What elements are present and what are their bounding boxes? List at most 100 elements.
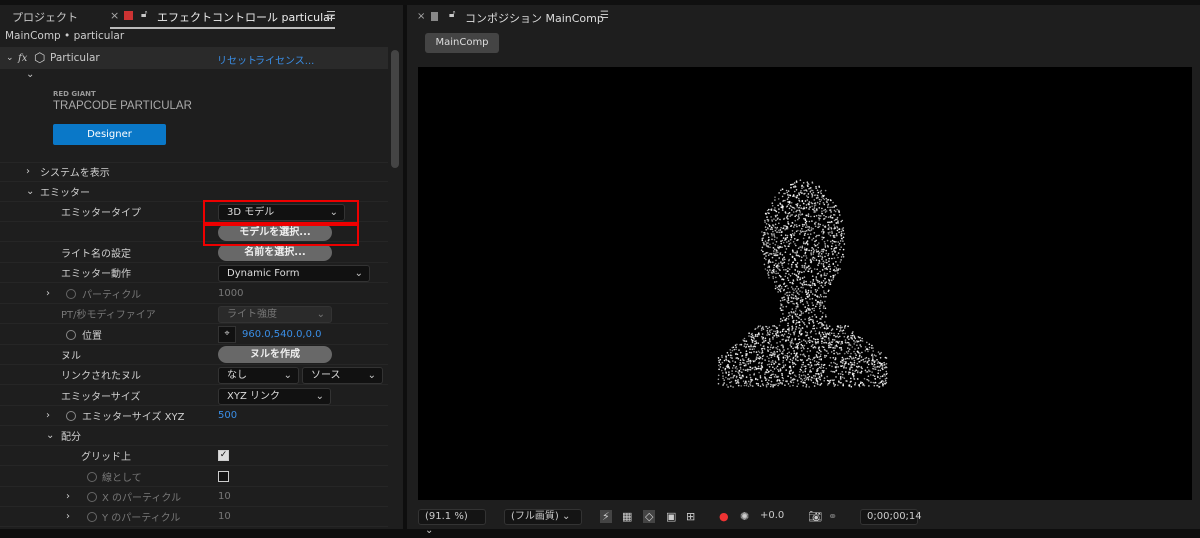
chevron-right-icon[interactable]: › bbox=[26, 166, 30, 177]
tab-effect-controls[interactable]: エフェクトコントロール particular bbox=[157, 9, 334, 25]
particles-value[interactable]: 1000 bbox=[218, 288, 243, 299]
label: パーティクル bbox=[82, 290, 142, 301]
highlight-choose-model bbox=[203, 224, 359, 246]
row-y-particles: › Y のパーティクル 10 bbox=[0, 507, 388, 527]
stopwatch-icon[interactable] bbox=[66, 329, 76, 340]
label: 位置 bbox=[82, 331, 102, 342]
mask-path-icon[interactable]: ◇ bbox=[643, 510, 656, 523]
breadcrumb: MainComp • particular bbox=[5, 30, 125, 42]
value: Dynamic Form bbox=[227, 268, 300, 279]
label: Y のパーティクル bbox=[102, 513, 181, 524]
guides-icon[interactable]: ⊞ bbox=[686, 510, 695, 523]
row-show-system[interactable]: › システムを表示 bbox=[0, 162, 388, 182]
chevron-down-icon[interactable]: ⌄ bbox=[26, 69, 34, 80]
particle-head-render bbox=[717, 179, 888, 388]
chevron-down-icon[interactable]: ⌄ bbox=[46, 430, 54, 441]
label: ライト名の設定 bbox=[61, 249, 131, 260]
label-color-icon bbox=[431, 12, 438, 21]
stopwatch-icon[interactable] bbox=[66, 288, 76, 299]
label: リンクされたヌル bbox=[61, 371, 141, 382]
label: グリッド上 bbox=[81, 452, 131, 463]
tab-composition[interactable]: コンポジション MainComp bbox=[465, 10, 604, 26]
license-link[interactable]: ライセンス... bbox=[255, 52, 314, 67]
row-position: 位置 ⌖ 960.0,540.0,0.0 bbox=[0, 325, 388, 345]
label-color-icon bbox=[124, 11, 133, 20]
label: エミッタータイプ bbox=[61, 208, 141, 219]
value: ライト強度 bbox=[227, 309, 277, 320]
stopwatch-icon[interactable] bbox=[66, 410, 76, 421]
panel-menu-icon[interactable]: ☰ bbox=[600, 10, 609, 21]
exposure-value[interactable]: +0.0 bbox=[760, 510, 784, 521]
choose-name-button[interactable]: 名前を選択... bbox=[218, 244, 332, 261]
label: エミッターサイズ bbox=[61, 392, 141, 403]
chevron-right-icon[interactable]: › bbox=[66, 511, 70, 522]
row-distribution[interactable]: ⌄ 配分 bbox=[0, 426, 388, 446]
snapshot-icon[interactable]: 📷︎ bbox=[808, 510, 822, 523]
stopwatch-icon[interactable] bbox=[87, 491, 97, 502]
label: X のパーティクル bbox=[102, 493, 182, 504]
effect-name: Particular bbox=[50, 52, 100, 64]
linked-null-select[interactable]: なし ⌄ bbox=[218, 367, 299, 384]
stopwatch-icon[interactable] bbox=[87, 471, 97, 482]
reset-link[interactable]: リセット bbox=[217, 52, 257, 67]
channel-icon[interactable]: ● bbox=[719, 510, 729, 523]
value: (91.1 %) bbox=[425, 511, 468, 522]
row-particles: › パーティクル 1000 bbox=[0, 284, 388, 304]
chevron-right-icon[interactable]: › bbox=[46, 288, 50, 299]
crosshair-icon[interactable]: ⌖ bbox=[218, 326, 236, 343]
row-emitter-size-xyz: › エミッターサイズ XYZ 500 bbox=[0, 406, 388, 426]
fx-icon[interactable]: fx bbox=[18, 53, 27, 64]
region-of-interest-icon[interactable]: ▣ bbox=[666, 510, 676, 523]
comp-breadcrumb-button[interactable]: MainComp bbox=[425, 33, 499, 53]
lock-icon[interactable]: 🔓︎ bbox=[141, 9, 147, 20]
composition-viewer[interactable] bbox=[418, 67, 1192, 500]
chevron-right-icon[interactable]: › bbox=[66, 491, 70, 502]
effect-header[interactable]: ⌄ fx ⬡ Particular リセット ライセンス... bbox=[0, 47, 388, 69]
chevron-down-icon: ⌄ bbox=[367, 370, 376, 381]
y-particles-value[interactable]: 10 bbox=[218, 511, 231, 522]
chevron-down-icon[interactable]: ⌄ bbox=[26, 186, 34, 197]
emitter-size-xyz-value[interactable]: 500 bbox=[218, 410, 237, 421]
tab-project[interactable]: プロジェクト bbox=[12, 9, 78, 25]
x-particles-value[interactable]: 10 bbox=[218, 491, 231, 502]
value: XYZ リンク bbox=[227, 391, 280, 402]
label: エミッター動作 bbox=[61, 269, 131, 280]
label: ヌル bbox=[61, 351, 81, 362]
exposure-reset-icon[interactable]: ✺ bbox=[740, 510, 749, 523]
row-emitter[interactable]: ⌄ エミッター bbox=[0, 182, 388, 202]
pt-modifier-select[interactable]: ライト強度 ⌄ bbox=[218, 306, 332, 323]
label: エミッター bbox=[40, 188, 90, 199]
transparency-grid-icon[interactable]: ▦ bbox=[622, 510, 632, 523]
fast-preview-icon[interactable]: ⚡ bbox=[600, 510, 612, 523]
row-on-grid: グリッド上 bbox=[0, 446, 388, 466]
emitter-behavior-select[interactable]: Dynamic Form ⌄ bbox=[218, 265, 370, 282]
linked-source-select[interactable]: ソース ⌄ bbox=[302, 367, 383, 384]
show-snapshot-icon[interactable]: ⚭ bbox=[828, 510, 837, 523]
chevron-down-icon[interactable]: ⌄ bbox=[6, 53, 14, 63]
scrollbar[interactable] bbox=[391, 50, 399, 168]
position-value[interactable]: 960.0,540.0,0.0 bbox=[242, 329, 322, 340]
close-icon[interactable]: × bbox=[110, 9, 119, 22]
create-null-button[interactable]: ヌルを作成 bbox=[218, 346, 332, 363]
designer-button[interactable]: Designer bbox=[53, 124, 166, 145]
value: ソース bbox=[311, 370, 341, 381]
chevron-right-icon[interactable]: › bbox=[46, 410, 50, 421]
panel-menu-icon[interactable]: ☰ bbox=[326, 9, 336, 22]
chevron-down-icon: ⌄ bbox=[315, 391, 324, 402]
row-as-lines: 線として bbox=[0, 467, 388, 487]
cube-icon: ⬡ bbox=[34, 50, 46, 66]
emitter-size-select[interactable]: XYZ リンク ⌄ bbox=[218, 388, 331, 405]
stopwatch-icon[interactable] bbox=[87, 511, 97, 522]
timecode[interactable]: 0;00;00;14 bbox=[860, 509, 922, 525]
on-grid-checkbox[interactable]: ✓ bbox=[218, 450, 229, 461]
chevron-down-icon: ⌄ bbox=[283, 370, 292, 381]
as-lines-checkbox[interactable] bbox=[218, 471, 229, 482]
resolution-select[interactable]: (フル画質) ⌄ bbox=[504, 509, 582, 525]
composition-panel: × 🔓︎ コンポジション MainComp ☰ MainComp (91.1 %… bbox=[407, 5, 1200, 536]
zoom-select[interactable]: (91.1 %) ⌄ bbox=[418, 509, 486, 536]
chevron-down-icon: ⌄ bbox=[316, 309, 325, 320]
brand-small: RED GIANT bbox=[53, 90, 96, 98]
lock-icon[interactable]: 🔓︎ bbox=[449, 9, 455, 20]
value: なし bbox=[227, 370, 247, 381]
close-icon[interactable]: × bbox=[417, 11, 425, 22]
